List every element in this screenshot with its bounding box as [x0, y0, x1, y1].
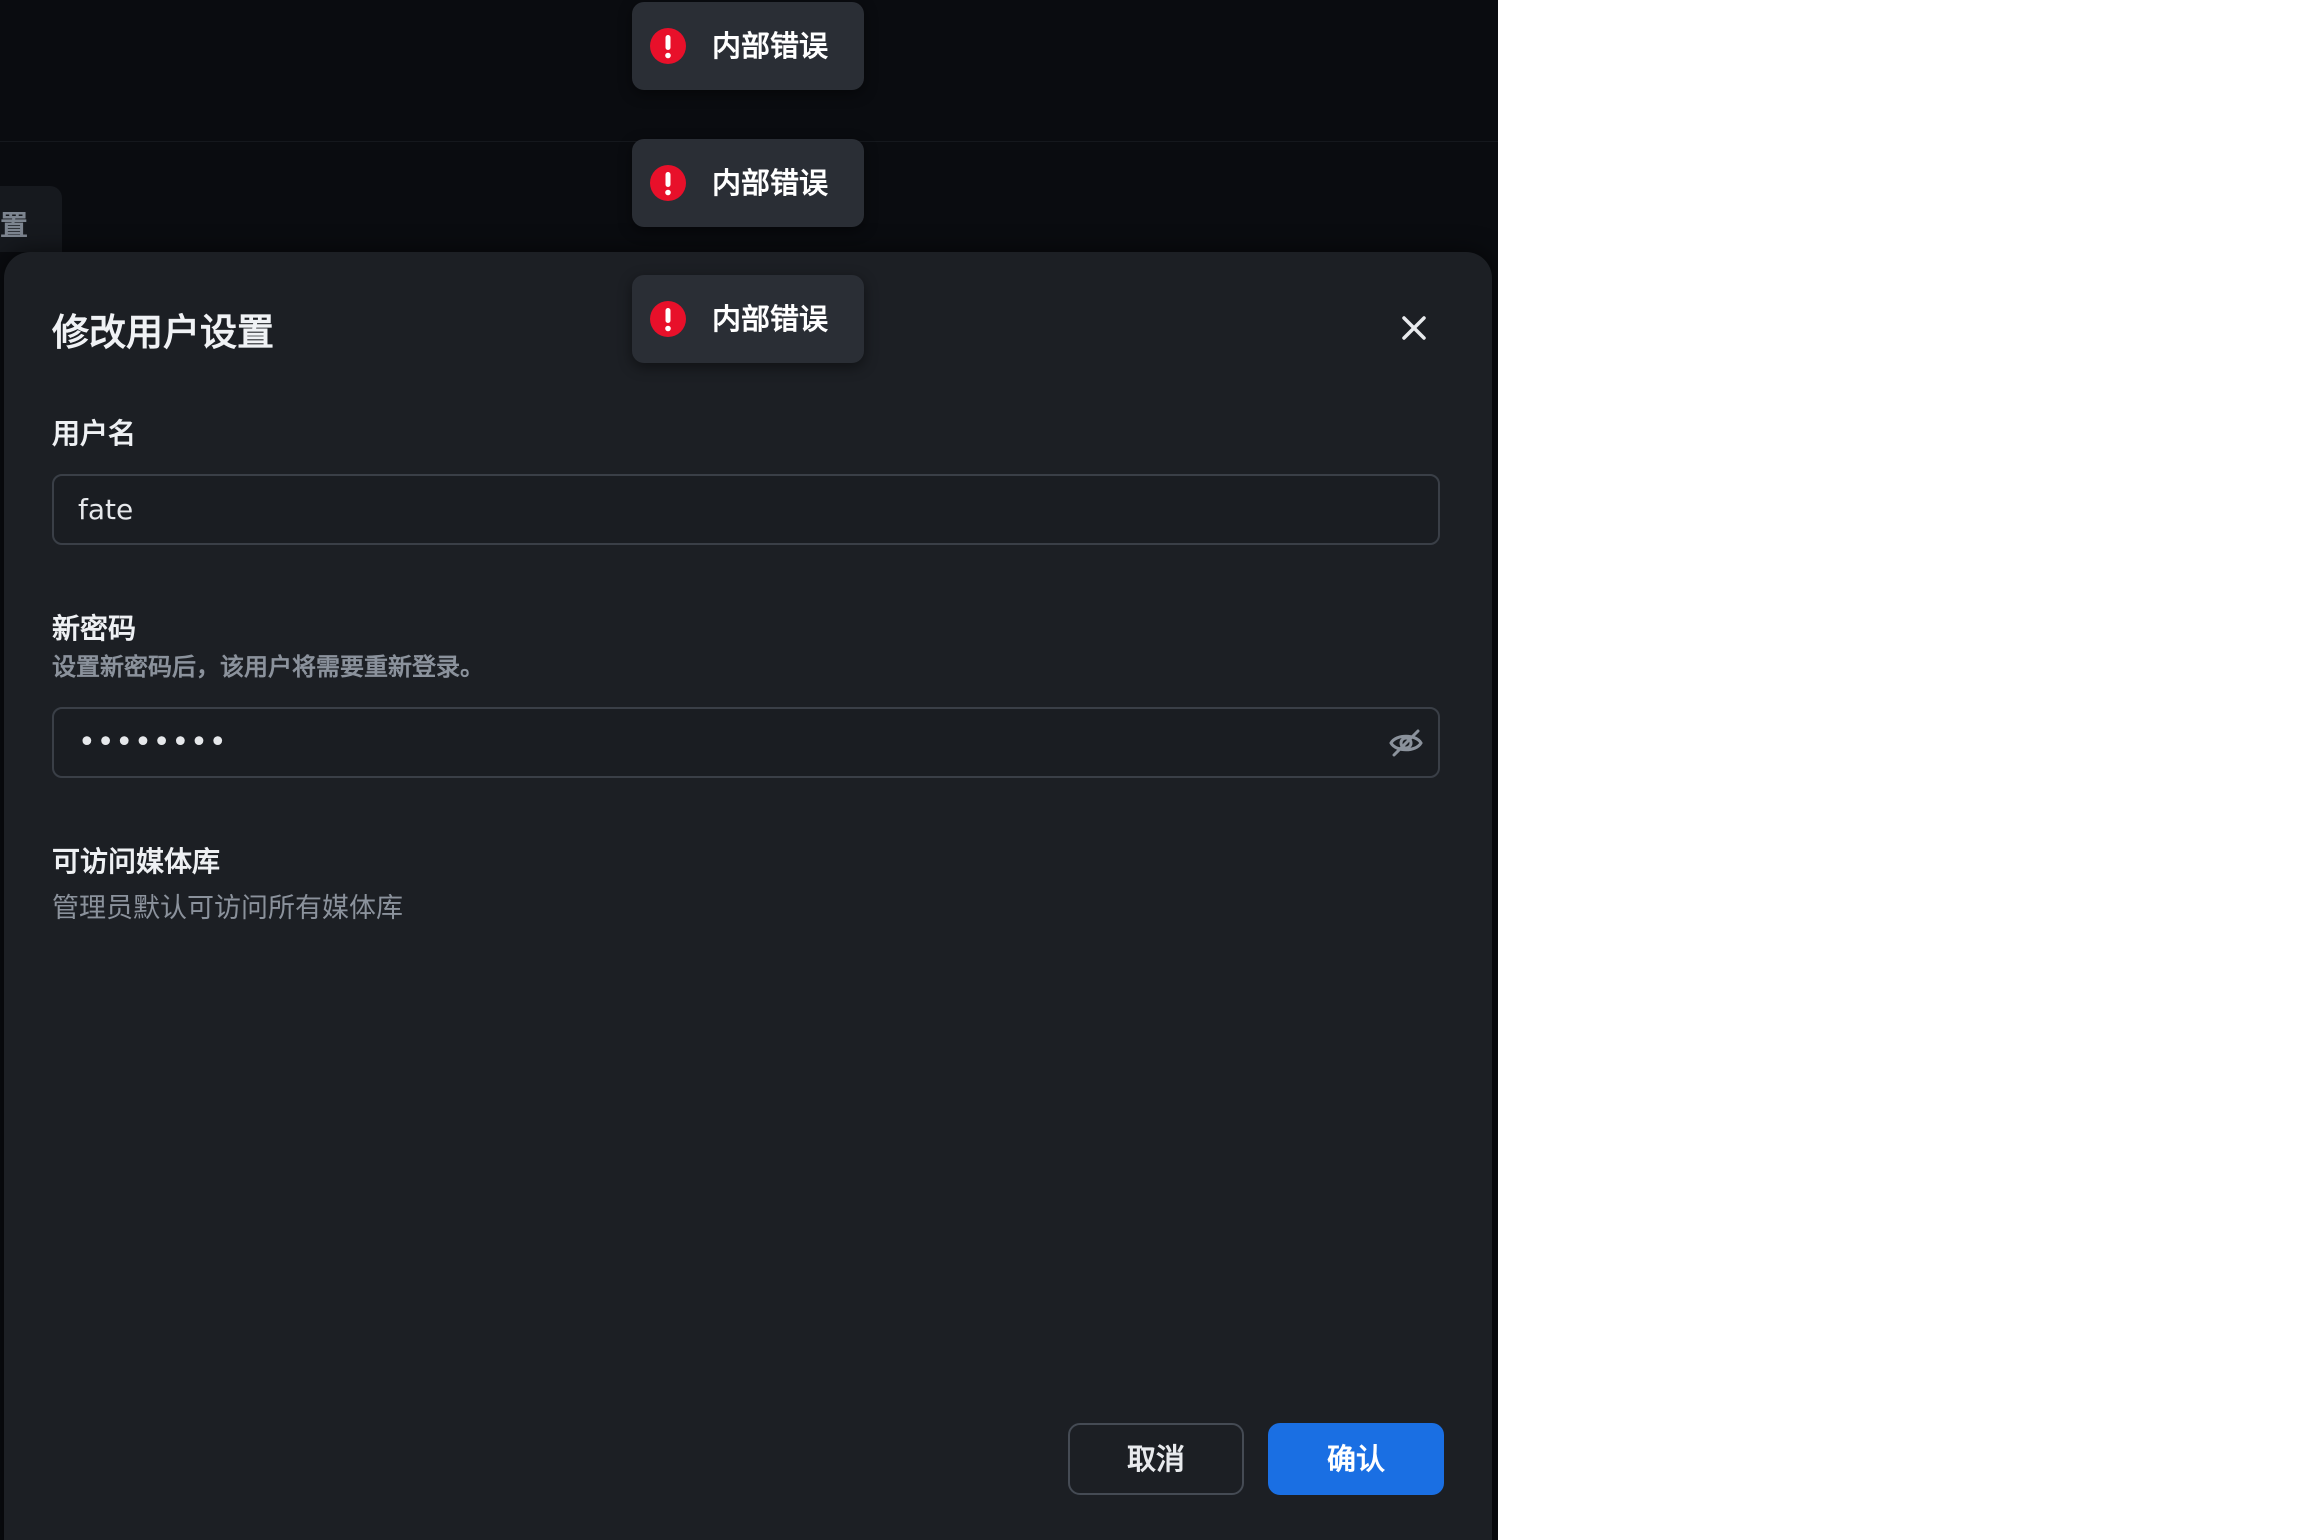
toast-message: 内部错误	[712, 29, 829, 63]
error-icon	[650, 301, 686, 337]
username-input[interactable]: fate	[52, 474, 1440, 545]
password-visibility-toggle[interactable]	[1388, 725, 1424, 761]
error-toast: 内部错误	[632, 139, 864, 227]
eye-off-icon	[1389, 729, 1423, 757]
edit-user-modal: 修改用户设置 用户名 fate 新密码 设置新密码后，该用户将需要重新登录。 •…	[4, 252, 1492, 1540]
toast-message: 内部错误	[712, 302, 829, 336]
modal-title: 修改用户设置	[52, 311, 274, 354]
password-hint: 设置新密码后，该用户将需要重新登录。	[52, 653, 484, 681]
toast-message: 内部错误	[712, 166, 829, 200]
error-icon	[650, 28, 686, 64]
error-toast: 内部错误	[632, 275, 864, 363]
app-background: 置 修改用户设置 用户名 fate 新密码 设置新密码后，该用户将需要重新登录。…	[0, 0, 1498, 1540]
password-label: 新密码	[52, 612, 137, 645]
background-tab-label: 置	[0, 209, 29, 242]
close-button[interactable]	[1394, 308, 1434, 348]
password-value: ••••••••	[78, 725, 228, 760]
username-value: fate	[78, 493, 134, 526]
error-icon	[650, 165, 686, 201]
error-toast: 内部错误	[632, 2, 864, 90]
confirm-button[interactable]: 确认	[1268, 1423, 1444, 1495]
password-input[interactable]: ••••••••	[52, 707, 1440, 778]
libraries-label: 可访问媒体库	[52, 845, 221, 878]
cancel-button[interactable]: 取消	[1068, 1423, 1244, 1495]
username-label: 用户名	[52, 417, 137, 450]
libraries-hint: 管理员默认可访问所有媒体库	[52, 893, 403, 924]
close-icon	[1402, 316, 1426, 340]
